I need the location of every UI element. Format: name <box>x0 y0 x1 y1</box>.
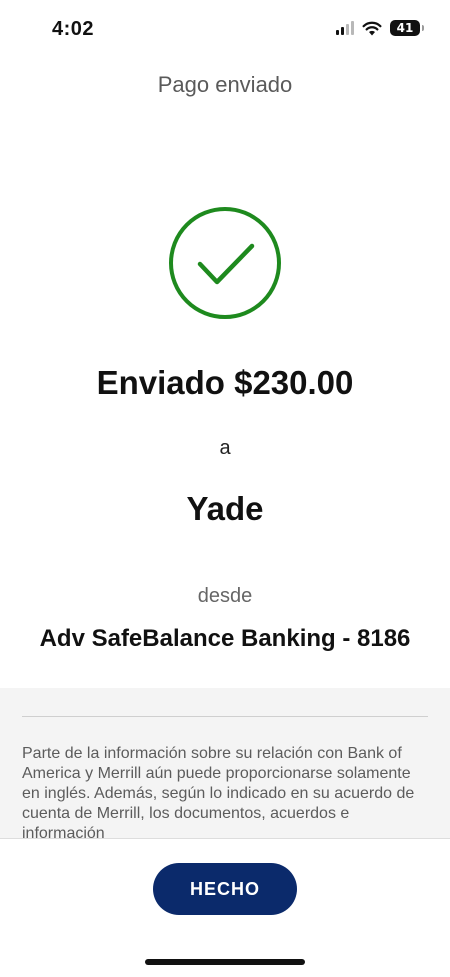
disclaimer-section[interactable]: Parte de la información sobre su relació… <box>0 688 450 838</box>
recipient-name: Yade <box>186 490 264 527</box>
wifi-icon <box>362 21 382 35</box>
battery-level: 41 <box>396 21 414 35</box>
divider <box>22 716 428 717</box>
from-label: desde <box>197 585 253 607</box>
status-icons: 41 <box>336 20 424 36</box>
bottom-bar: HECHO <box>0 838 450 977</box>
source-account: Adv SafeBalance Banking - 8186 <box>39 625 411 652</box>
battery-icon: 41 <box>390 20 424 36</box>
status-time: 4:02 <box>52 18 95 40</box>
status-bar: 4:02 41 <box>0 0 450 60</box>
disclaimer-text: Parte de la información sobre su relació… <box>22 745 415 838</box>
to-label: a <box>219 437 231 459</box>
done-button[interactable]: HECHO <box>153 863 297 915</box>
signal-icon <box>336 21 354 35</box>
home-indicator[interactable] <box>145 959 305 965</box>
checkmark-circle-icon <box>169 207 281 319</box>
page-title: Pago enviado <box>157 72 293 97</box>
sent-amount: Enviado $230.00 <box>96 364 354 401</box>
